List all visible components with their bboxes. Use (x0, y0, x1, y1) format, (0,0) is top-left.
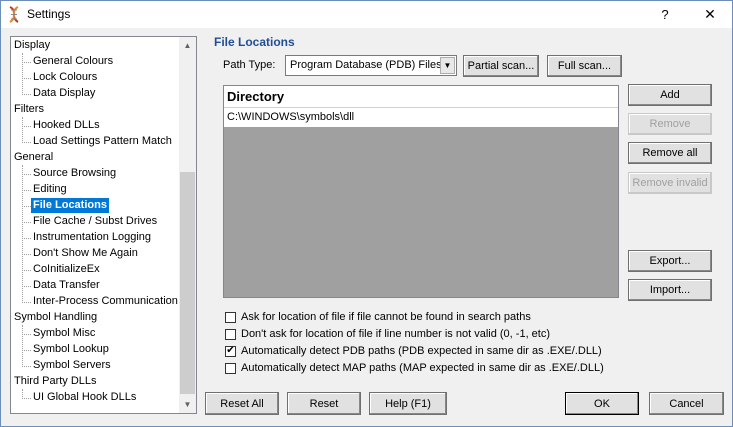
tree-group[interactable]: Display (14, 38, 50, 53)
remove-all-button[interactable]: Remove all (628, 142, 712, 164)
full-scan-button[interactable]: Full scan... (547, 55, 622, 77)
scroll-down-icon[interactable]: ▼ (179, 396, 196, 413)
tree-connector (22, 117, 23, 143)
tree-connector (22, 126, 31, 127)
directory-list[interactable]: Directory C:\WINDOWS\symbols\dll (223, 85, 619, 298)
tree-connector (22, 350, 31, 351)
add-button[interactable]: Add (628, 84, 712, 106)
tree-connector (22, 142, 31, 143)
tree-item[interactable]: Data Display (33, 86, 95, 101)
option-checkbox-row[interactable]: Automatically detect MAP paths (MAP expe… (225, 361, 604, 375)
tree-item[interactable]: Instrumentation Logging (33, 230, 151, 245)
checkbox[interactable] (225, 311, 236, 323)
option-label: Ask for location of file if file cannot … (241, 311, 531, 323)
settings-tree[interactable]: ▲ ▼ Display General Colours Lock Colours Da… (10, 36, 197, 414)
cancel-button[interactable]: Cancel (649, 392, 724, 415)
tree-item[interactable]: Symbol Servers (33, 358, 111, 373)
option-label: Automatically detect MAP paths (MAP expe… (241, 362, 604, 374)
path-type-label: Path Type: (223, 59, 276, 71)
window-title: Settings (27, 7, 71, 21)
tree-connector (22, 334, 31, 335)
tree-connector (22, 53, 23, 95)
tree-item[interactable]: General Colours (33, 54, 113, 69)
tree-item[interactable]: File Locations (31, 198, 109, 213)
tree-connector (22, 94, 31, 95)
tree-connector (22, 222, 31, 223)
tree-connector (22, 62, 31, 63)
tree-item[interactable]: Source Browsing (33, 166, 116, 181)
path-type-value: Program Database (PDB) Files (290, 59, 442, 71)
close-icon[interactable]: ✕ (688, 1, 732, 28)
tree-connector (22, 254, 31, 255)
app-icon (9, 6, 19, 23)
tree-connector (22, 302, 31, 303)
tree-connector (22, 270, 31, 271)
tree-group[interactable]: Filters (14, 102, 44, 117)
tree-item[interactable]: UI Global Hook DLLs (33, 390, 136, 405)
tree-item[interactable]: Symbol Lookup (33, 342, 109, 357)
help-button[interactable]: Help (F1) (369, 392, 447, 415)
tree-connector (22, 366, 31, 367)
remove-button[interactable]: Remove (628, 113, 712, 135)
option-checkbox-row[interactable]: ✔ Automatically detect PDB paths (PDB exp… (225, 344, 602, 358)
tree-connector (22, 398, 31, 399)
reset-button[interactable]: Reset (287, 392, 361, 415)
tree-item[interactable]: CoInitializeEx (33, 262, 100, 277)
checkbox[interactable] (225, 362, 236, 374)
tree-connector (22, 286, 31, 287)
section-title: File Locations (214, 35, 295, 49)
tree-item[interactable]: Editing (33, 182, 67, 197)
option-checkbox-row[interactable]: Ask for location of file if file cannot … (225, 310, 531, 324)
option-label: Don't ask for location of file if line n… (241, 328, 551, 340)
tree-item[interactable]: Lock Colours (33, 70, 97, 85)
tree-item[interactable]: Inter-Process Communication (33, 294, 178, 309)
tree-scrollbar[interactable]: ▲ ▼ (179, 37, 196, 413)
path-type-select[interactable]: Program Database (PDB) Files ▼ (285, 55, 457, 76)
checkbox-checked[interactable]: ✔ (225, 345, 236, 357)
tree-connector (22, 238, 31, 239)
tree-item[interactable]: Symbol Misc (33, 326, 95, 341)
scroll-up-icon[interactable]: ▲ (179, 37, 196, 54)
tree-connector (22, 165, 23, 303)
ok-button[interactable]: OK (565, 392, 639, 415)
tree-group[interactable]: Third Party DLLs (14, 374, 97, 389)
settings-window: Settings ? ✕ ▲ ▼ Display General Colours L… (0, 0, 733, 427)
list-item[interactable]: C:\WINDOWS\symbols\dll (224, 108, 618, 127)
tree-item[interactable]: Don't Show Me Again (33, 246, 138, 261)
tree-group[interactable]: Symbol Handling (14, 310, 97, 325)
import-button[interactable]: Import... (628, 279, 712, 301)
tree-connector (22, 190, 31, 191)
tree-connector (22, 78, 31, 79)
help-icon[interactable]: ? (643, 1, 687, 28)
option-label: Automatically detect PDB paths (PDB expe… (241, 345, 602, 357)
tree-connector (22, 389, 23, 399)
option-checkbox-row[interactable]: Don't ask for location of file if line n… (225, 327, 550, 341)
tree-item[interactable]: Load Settings Pattern Match (33, 134, 172, 149)
remove-invalid-button[interactable]: Remove invalid (628, 172, 712, 194)
tree-group[interactable]: General (14, 150, 53, 165)
title-bar[interactable]: Settings ? ✕ (1, 1, 732, 28)
tree-connector (22, 325, 23, 367)
checkbox[interactable] (225, 328, 236, 340)
tree-connector (22, 206, 31, 207)
tree-item[interactable]: File Cache / Subst Drives (33, 214, 157, 229)
chevron-down-icon[interactable]: ▼ (440, 57, 455, 74)
tree-item[interactable]: Hooked DLLs (33, 118, 100, 133)
scroll-thumb[interactable] (180, 172, 195, 394)
partial-scan-button[interactable]: Partial scan... (463, 55, 539, 77)
tree-item[interactable]: Data Transfer (33, 278, 100, 293)
directory-column-header[interactable]: Directory (224, 86, 618, 108)
tree-connector (22, 174, 31, 175)
reset-all-button[interactable]: Reset All (205, 392, 279, 415)
export-button[interactable]: Export... (628, 250, 712, 272)
